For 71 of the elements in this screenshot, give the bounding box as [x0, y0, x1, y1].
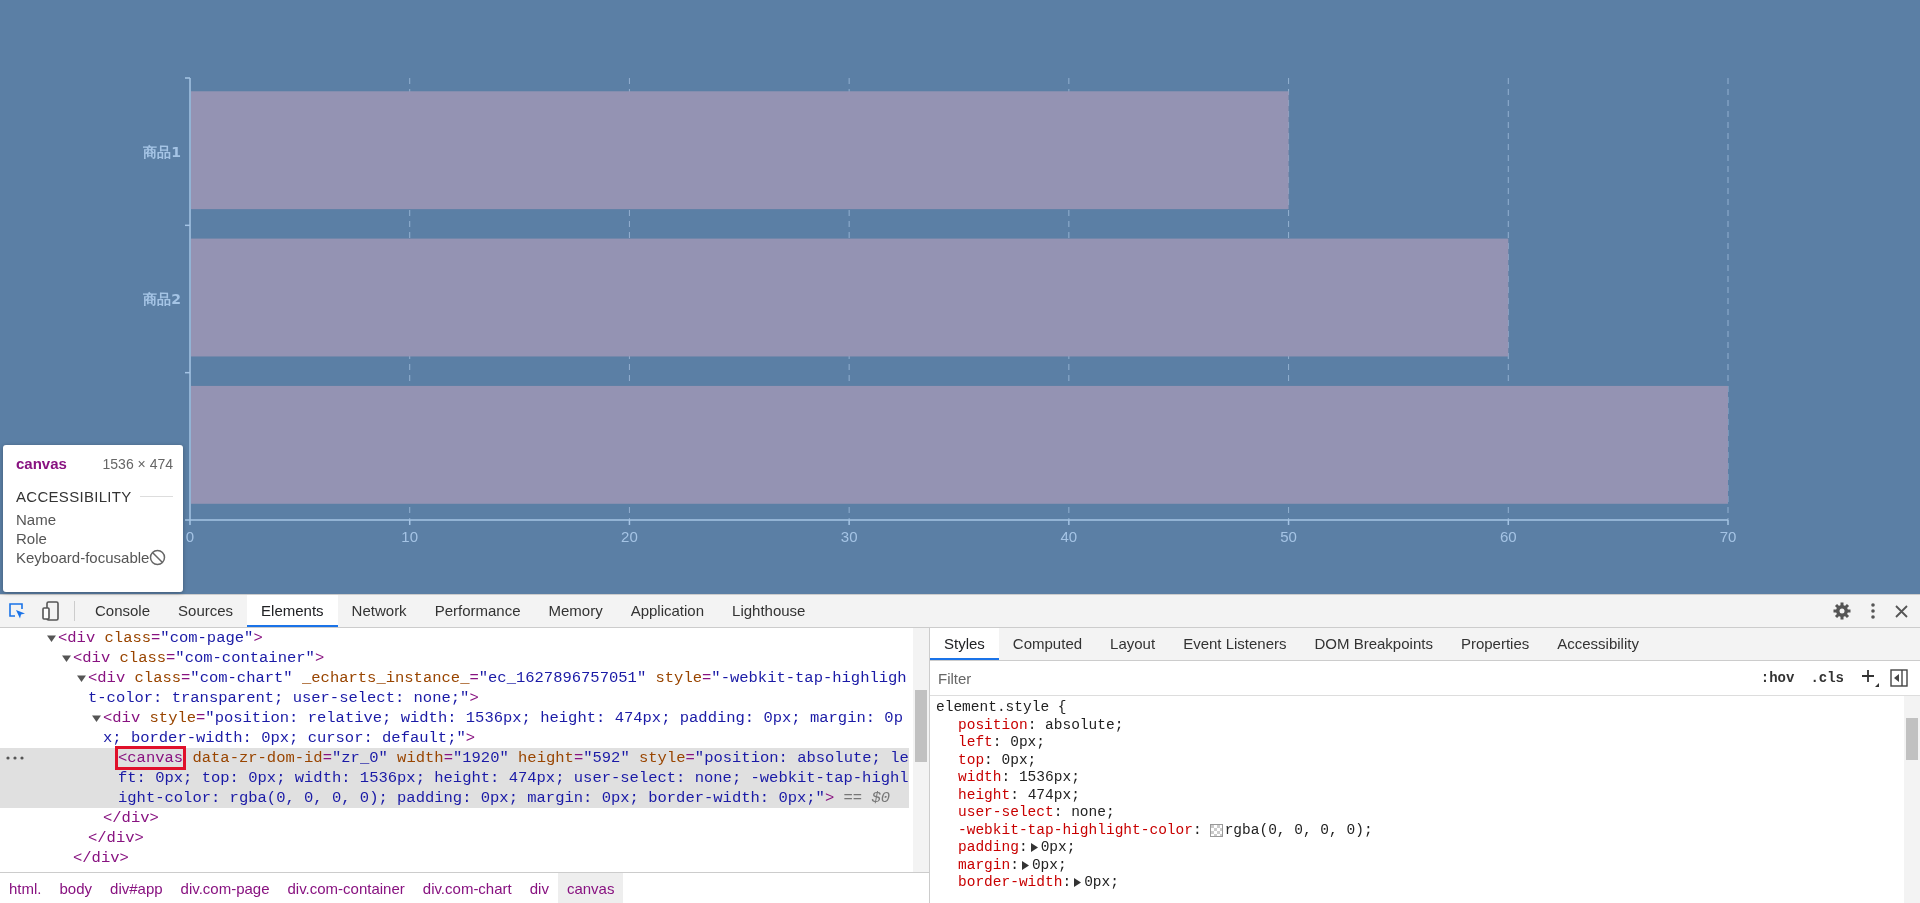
scrollbar[interactable]: [913, 628, 929, 872]
sidebar-tab[interactable]: Styles: [930, 628, 999, 660]
css-selector: element.style {: [936, 699, 1068, 717]
axis-label: 40: [1060, 528, 1078, 545]
breadcrumb[interactable]: div.com-page: [171, 873, 279, 903]
breadcrumb[interactable]: div.com-chart: [413, 873, 521, 903]
scrollbar[interactable]: [1904, 696, 1920, 903]
more-options-icon[interactable]: [1871, 603, 1875, 619]
triangle-icon[interactable]: [76, 674, 86, 683]
sidebar-tab[interactable]: Accessibility: [1543, 628, 1653, 660]
triangle-icon[interactable]: [61, 654, 71, 663]
dom-node[interactable]: <canvas data-zr-dom-id="zr_0" width="1920" height="592" style="position: absolute; left: 0px; top: 0px; width: 1536px; height: 474px; user-select: none; -webkit-tap-highlight-color: rgba(0, 0, 0, 0); padding: 0px; margin: 0px; border-width: 0px;"> == $0: [118, 748, 909, 808]
axis-label: 商品1: [143, 143, 181, 160]
css-declaration[interactable]: padding: 0px;: [936, 839, 1898, 857]
sidebar-tab[interactable]: Layout: [1096, 628, 1170, 660]
breadcrumb[interactable]: html.: [0, 873, 51, 903]
axis-label: 30: [840, 528, 858, 545]
prohibited-icon: [149, 549, 167, 566]
css-declaration[interactable]: user-select: none;: [936, 804, 1898, 822]
css-declaration[interactable]: border-width: 0px;: [936, 874, 1898, 892]
css-declaration[interactable]: width: 1536px;: [936, 769, 1898, 787]
breadcrumb[interactable]: div#app: [101, 873, 172, 903]
closing-tag: </div>: [73, 848, 909, 868]
property-label: Keyboard-focusable: [16, 548, 150, 567]
breadcrumb[interactable]: div.com-container: [278, 873, 414, 903]
css-declaration[interactable]: left: 0px;: [936, 734, 1898, 752]
section-title: ACCESSIBILITY: [16, 488, 132, 505]
css-declaration[interactable]: height: 474px;: [936, 786, 1898, 804]
expand-icon[interactable]: [1074, 878, 1082, 888]
panel-tab[interactable]: Application: [616, 595, 719, 627]
panel-tab[interactable]: Memory: [534, 595, 617, 627]
closing-tag: </div>: [103, 808, 909, 828]
panel-tab[interactable]: Console: [81, 595, 165, 627]
css-declaration[interactable]: top: 0px;: [936, 751, 1898, 769]
axis-label: 0: [185, 528, 195, 545]
breadcrumb[interactable]: canvas: [557, 873, 624, 903]
add-icon[interactable]: [1860, 668, 1880, 688]
panel-tab[interactable]: Lighthouse: [718, 595, 820, 627]
toggle-button[interactable]: :hov: [1754, 670, 1801, 686]
sidebar-toggle-icon[interactable]: [1890, 669, 1908, 687]
highlight-frame: <canvas: [118, 749, 184, 767]
element-name: canvas: [16, 455, 67, 472]
panel-tab[interactable]: Performance: [420, 595, 535, 627]
sidebar-tab[interactable]: DOM Breakpoints: [1300, 628, 1447, 660]
property-label: Name: [16, 510, 56, 529]
breadcrumb[interactable]: body: [50, 873, 102, 903]
triangle-icon[interactable]: [46, 634, 56, 643]
axis-label: 10: [401, 528, 419, 545]
closing-tag: </div>: [88, 828, 909, 848]
sidebar-tab[interactable]: Event Listeners: [1169, 628, 1301, 660]
axis-label: 50: [1280, 528, 1297, 545]
close-icon[interactable]: [1895, 604, 1908, 618]
property-label: Role: [16, 529, 47, 548]
toggle-button[interactable]: .cls: [1804, 670, 1850, 686]
axis-label: 70: [1719, 528, 1737, 545]
element-size: 1536 × 474: [102, 455, 173, 472]
triangle-icon[interactable]: [91, 714, 101, 723]
panel-tab[interactable]: Network: [337, 595, 421, 627]
sidebar-tab[interactable]: Computed: [998, 628, 1097, 660]
axis-label: 20: [621, 528, 638, 545]
css-declaration[interactable]: position: absolute;: [936, 716, 1898, 734]
more-icon[interactable]: [6, 756, 24, 760]
css-declaration[interactable]: -webkit-tap-highlight-color: rgba(0, 0, 0, 0);: [936, 821, 1898, 839]
settings-icon[interactable]: [1833, 602, 1851, 620]
axis-label: 60: [1499, 528, 1517, 545]
axis-label: 商品2: [143, 291, 181, 307]
breadcrumb[interactable]: div: [520, 873, 558, 903]
sidebar-tab[interactable]: Properties: [1446, 628, 1544, 660]
panel-tab[interactable]: Elements: [247, 595, 338, 627]
panel-tab[interactable]: Sources: [164, 595, 248, 627]
css-declaration[interactable]: margin: 0px;: [936, 856, 1898, 874]
